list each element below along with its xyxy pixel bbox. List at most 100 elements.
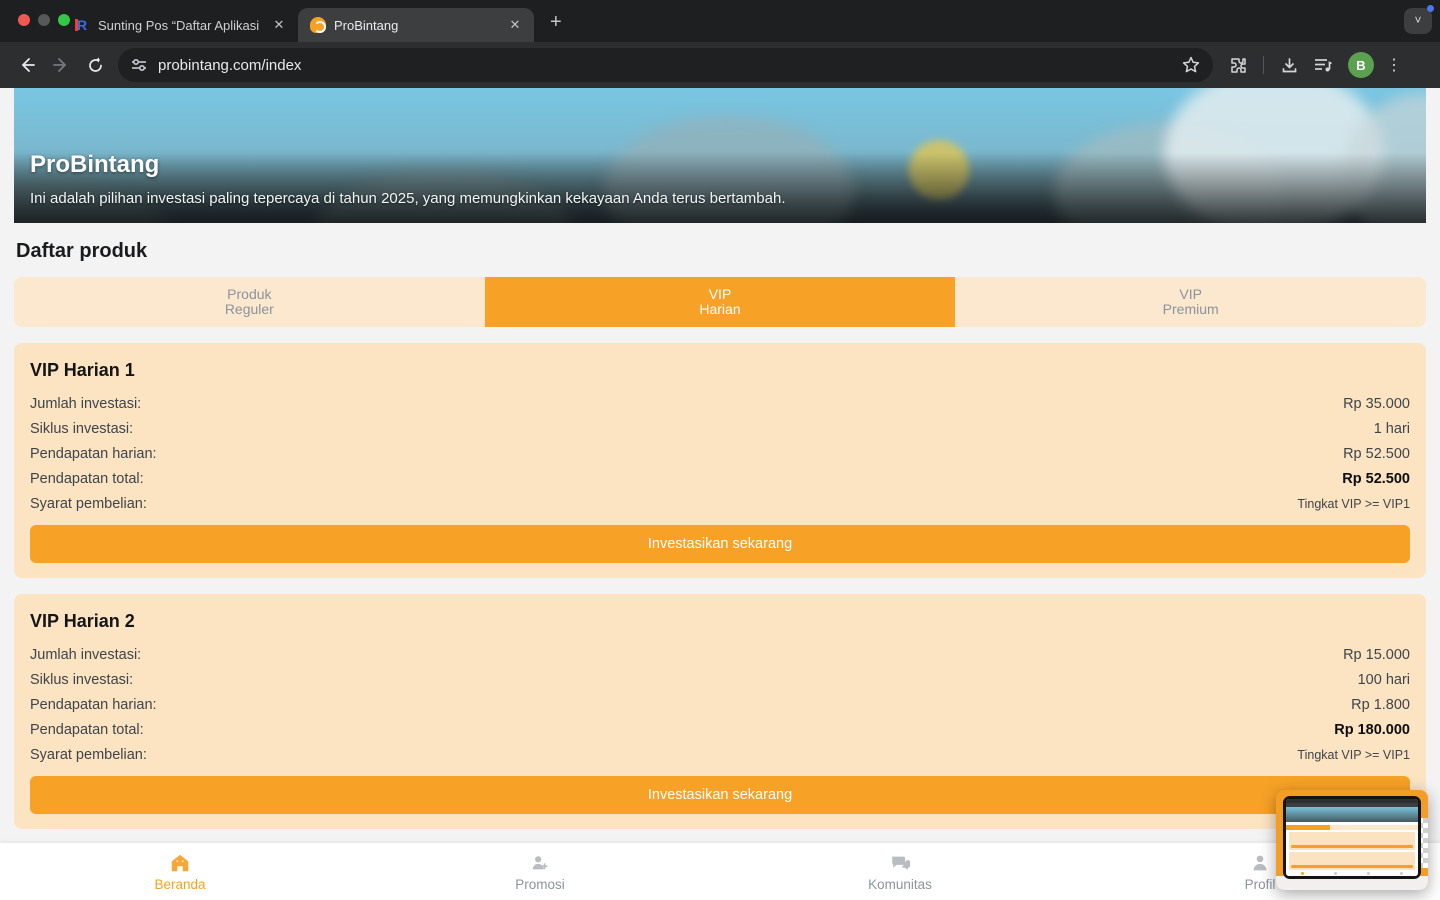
pip-mini-nav-dot [1301,872,1304,875]
tab-label-line: VIP [1179,287,1202,302]
product-row: Pendapatan total: Rp 180.000 [30,717,1410,742]
pip-tablet-frame [1283,796,1421,879]
product-card-vip-harian-2: VIP Harian 2 Jumlah investasi: Rp 15.000… [14,594,1426,829]
row-label: Pendapatan harian: [30,697,157,713]
nav-label: Beranda [154,877,205,892]
invest-now-button[interactable]: Investasikan sekarang [30,776,1410,814]
window-controls [18,14,70,26]
row-label: Pendapatan total: [30,722,144,738]
toolbar-divider [1263,56,1264,74]
back-arrow-icon [18,56,36,74]
home-icon [169,852,191,874]
product-row: Syarat pembelian: Tingkat VIP >= VIP1 [30,742,1410,767]
nav-label: Komunitas [868,877,932,892]
chevron-down-icon: ˅ [1414,13,1421,27]
tab-title: Sunting Pos “Daftar Aplikasi I [98,18,262,33]
tab-close-icon[interactable]: ✕ [270,16,288,34]
row-label: Pendapatan total: [30,471,144,487]
row-value: Tingkat VIP >= VIP1 [1297,748,1410,762]
window-close-button[interactable] [18,14,30,26]
pip-mini-nav-dot [1400,872,1403,875]
hero-banner: ProBintang Ini adalah pilihan investasi … [14,88,1426,223]
browser-tab-strip: R Sunting Pos “Daftar Aplikasi I ✕ ProBi… [0,0,1440,42]
pip-mini-card [1289,832,1415,850]
browser-tab-sunting-pos[interactable]: R Sunting Pos “Daftar Aplikasi I ✕ [62,8,298,42]
tab-label-line: Produk [227,287,271,302]
back-button[interactable] [10,48,44,82]
row-value: Rp 180.000 [1334,722,1410,738]
product-name: VIP Harian 1 [30,360,1410,381]
browser-tab-probintang[interactable]: ProBintang ✕ [298,8,534,42]
chat-icon [889,852,912,874]
pip-screen [1286,799,1418,876]
person-icon [1249,852,1271,874]
product-row: Siklus investasi: 1 hari [30,416,1410,441]
tab-close-icon[interactable]: ✕ [506,16,524,34]
tab-produk-reguler[interactable]: Produk Reguler [14,277,485,327]
bookmark-star-icon[interactable] [1181,55,1201,75]
row-label: Jumlah investasi: [30,396,141,412]
browser-toolbar: probintang.com/index B ⋮ [0,42,1440,88]
pip-video-preview[interactable] [1276,790,1428,890]
tab-search-chevron-button[interactable]: ˅ [1404,8,1432,34]
media-playlist-icon [1313,56,1333,74]
product-row: Jumlah investasi: Rp 15.000 [30,642,1410,667]
hero-shade [14,153,1426,223]
downloads-button[interactable] [1272,48,1306,82]
product-row: Siklus investasi: 100 hari [30,667,1410,692]
product-card-vip-harian-1: VIP Harian 1 Jumlah investasi: Rp 35.000… [14,343,1426,578]
row-value: 100 hari [1358,672,1410,688]
hero-title: ProBintang [30,151,159,179]
reload-icon [87,57,104,74]
invest-now-button[interactable]: Investasikan sekarang [30,525,1410,563]
probintang-favicon [310,17,326,33]
url-text[interactable]: probintang.com/index [158,57,301,74]
tab-vip-harian[interactable]: VIP Harian [485,277,956,327]
new-tab-button[interactable]: + [550,11,562,34]
forward-button[interactable] [44,48,78,82]
reload-button[interactable] [78,48,112,82]
extensions-button[interactable] [1221,48,1255,82]
pip-mini-active-tab [1286,825,1330,830]
window-minimize-button[interactable] [38,14,50,26]
pip-mini-bottomnav [1286,870,1418,876]
row-label: Siklus investasi: [30,672,133,688]
tab-label-line: VIP [709,287,732,302]
row-value: Rp 52.500 [1343,446,1410,462]
profile-avatar[interactable]: B [1348,52,1374,78]
product-row: Jumlah investasi: Rp 35.000 [30,391,1410,416]
window-zoom-button[interactable] [58,14,70,26]
pip-mini-nav-dot [1367,872,1370,875]
nav-item-komunitas[interactable]: Komunitas [720,843,1080,900]
pip-mini-tabs [1286,825,1418,830]
tab-label-line: Premium [1163,302,1219,317]
person-add-icon [529,852,551,874]
product-row: Pendapatan total: Rp 52.500 [30,466,1410,491]
row-label: Syarat pembelian: [30,747,147,763]
page-content: ProBintang Ini adalah pilihan investasi … [0,88,1440,900]
browser-menu-button[interactable]: ⋮ [1382,55,1406,75]
product-row: Pendapatan harian: Rp 1.800 [30,692,1410,717]
nav-item-promosi[interactable]: Promosi [360,843,720,900]
product-row: Syarat pembelian: Tingkat VIP >= VIP1 [30,491,1410,516]
pip-mini-hero [1286,807,1418,822]
row-value: 1 hari [1374,421,1410,437]
row-label: Siklus investasi: [30,421,133,437]
download-icon [1280,56,1299,75]
address-bar[interactable]: probintang.com/index [118,48,1213,82]
tab-label-line: Reguler [225,302,274,317]
hero-subtitle: Ini adalah pilihan investasi paling tepe… [30,190,786,207]
tab-label-line: Harian [699,302,740,317]
row-value: Rp 52.500 [1342,471,1410,487]
pip-mini-inactive-tabs [1330,825,1418,830]
bottom-navigation: Beranda Promosi Komunitas Profil [0,843,1440,900]
puzzle-piece-icon [1229,56,1248,75]
row-label: Syarat pembelian: [30,496,147,512]
product-row: Pendapatan harian: Rp 52.500 [30,441,1410,466]
nav-item-beranda[interactable]: Beranda [0,843,360,900]
media-controls-button[interactable] [1306,48,1340,82]
tab-vip-premium[interactable]: VIP Premium [955,277,1426,327]
row-value: Rp 1.800 [1351,697,1410,713]
site-settings-icon[interactable] [130,57,148,73]
product-tab-bar: Produk Reguler VIP Harian VIP Premium [14,277,1426,327]
